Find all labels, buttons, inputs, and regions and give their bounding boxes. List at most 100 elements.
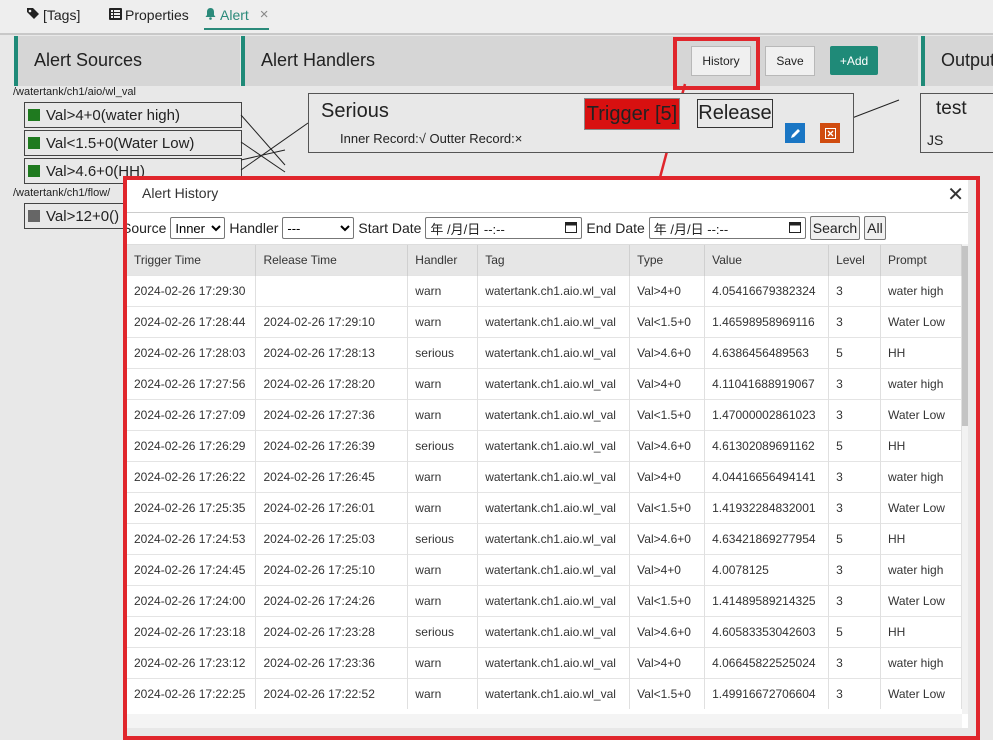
end-date-input[interactable]: 年 /月/日 --:-- bbox=[648, 217, 806, 239]
filter-bar: Source Inner Handler --- Start Date 年 /月… bbox=[127, 216, 886, 240]
edit-icon[interactable] bbox=[785, 123, 805, 143]
table-cell: Val>4.6+0 bbox=[629, 616, 706, 648]
table-cell: watertank.ch1.aio.wl_val bbox=[477, 337, 631, 369]
handler-select[interactable]: --- bbox=[282, 217, 355, 239]
table-row[interactable]: 2024-02-26 17:27:09 2024-02-26 17:27:36 wa… bbox=[127, 399, 962, 431]
table-cell: watertank.ch1.aio.wl_val bbox=[477, 492, 631, 524]
table-cell: Water Low bbox=[880, 678, 962, 709]
table-cell: watertank.ch1.aio.wl_val bbox=[477, 461, 631, 493]
table-cell: 4.06645822525024 bbox=[704, 647, 830, 679]
table-cell: 2024-02-26 17:28:13 bbox=[255, 337, 409, 369]
column-header[interactable]: Handler bbox=[407, 245, 479, 276]
table-row[interactable]: 2024-02-26 17:24:00 2024-02-26 17:24:26 wa… bbox=[127, 585, 962, 617]
table-cell: watertank.ch1.aio.wl_val bbox=[477, 616, 631, 648]
calendar-icon[interactable] bbox=[788, 221, 801, 236]
column-header[interactable]: Release Time bbox=[255, 245, 409, 276]
table-cell: 3 bbox=[828, 368, 881, 400]
table-cell: serious bbox=[407, 337, 479, 369]
table-cell: 2024-02-26 17:26:01 bbox=[255, 492, 409, 524]
table-cell: 2024-02-26 17:25:03 bbox=[255, 523, 409, 555]
release-button[interactable]: Release bbox=[697, 99, 773, 128]
search-button[interactable]: Search bbox=[809, 216, 861, 240]
table-cell: 2024-02-26 17:26:22 bbox=[127, 461, 257, 493]
table-cell: watertank.ch1.aio.wl_val bbox=[477, 554, 631, 586]
output-node[interactable]: test JS bbox=[920, 93, 993, 153]
table-cell: warn bbox=[407, 554, 479, 586]
table-cell: 2024-02-26 17:22:25 bbox=[127, 678, 257, 709]
table-cell: 2024-02-26 17:27:36 bbox=[255, 399, 409, 431]
table-cell: 2024-02-26 17:29:30 bbox=[127, 275, 257, 307]
table-cell: water high bbox=[880, 554, 962, 586]
table-cell: 2024-02-26 17:22:52 bbox=[255, 678, 409, 709]
table-cell: Val>4.6+0 bbox=[629, 337, 706, 369]
table-cell: 2024-02-26 17:23:12 bbox=[127, 647, 257, 679]
table-cell: watertank.ch1.aio.wl_val bbox=[477, 368, 631, 400]
table-cell: Val>4+0 bbox=[629, 368, 706, 400]
output-name: test bbox=[936, 98, 967, 119]
trigger-button[interactable]: Trigger [5] bbox=[584, 98, 680, 130]
table-cell: 3 bbox=[828, 399, 881, 431]
table-cell: Val>4.6+0 bbox=[629, 523, 706, 555]
column-header[interactable]: Level bbox=[828, 245, 881, 276]
table-cell: 2024-02-26 17:24:53 bbox=[127, 523, 257, 555]
all-button[interactable]: All bbox=[864, 216, 886, 240]
table-cell: warn bbox=[407, 306, 479, 338]
table-cell: watertank.ch1.aio.wl_val bbox=[477, 647, 631, 679]
table-cell: 4.04416656494141 bbox=[704, 461, 830, 493]
table-cell: 2024-02-26 17:27:09 bbox=[127, 399, 257, 431]
table-cell: Val>4+0 bbox=[629, 554, 706, 586]
end-date-label: End Date bbox=[586, 220, 645, 236]
table-cell: Val<1.5+0 bbox=[629, 306, 706, 338]
table-row[interactable]: 2024-02-26 17:24:53 2024-02-26 17:25:03 se… bbox=[127, 523, 962, 555]
table-cell: 2024-02-26 17:28:03 bbox=[127, 337, 257, 369]
table-cell: water high bbox=[880, 368, 962, 400]
start-date-label: Start Date bbox=[358, 220, 422, 236]
table-cell: watertank.ch1.aio.wl_val bbox=[477, 275, 631, 307]
column-header[interactable]: Prompt bbox=[880, 245, 962, 276]
table-cell: 5 bbox=[828, 430, 881, 462]
table-cell: 3 bbox=[828, 492, 881, 524]
table-cell bbox=[255, 275, 409, 307]
table-cell: 3 bbox=[828, 306, 881, 338]
close-icon[interactable]: ✕ bbox=[947, 182, 964, 207]
calendar-icon[interactable] bbox=[565, 221, 578, 236]
column-header[interactable]: Trigger Time bbox=[127, 245, 257, 276]
table-cell: 1.49916672706604 bbox=[704, 678, 830, 709]
table-row[interactable]: 2024-02-26 17:22:25 2024-02-26 17:22:52 wa… bbox=[127, 678, 962, 709]
column-header[interactable]: Type bbox=[629, 245, 706, 276]
table-cell: 4.05416679382324 bbox=[704, 275, 830, 307]
table-cell: 3 bbox=[828, 461, 881, 493]
table-cell: HH bbox=[880, 523, 962, 555]
start-date-input[interactable]: 年 /月/日 --:-- bbox=[425, 217, 583, 239]
table-header-row: Trigger Time Release Time Handler Tag Ty… bbox=[127, 245, 962, 276]
table-row[interactable]: 2024-02-26 17:29:30 warn watertank.ch1.aio… bbox=[127, 275, 962, 307]
table-row[interactable]: 2024-02-26 17:23:12 2024-02-26 17:23:36 wa… bbox=[127, 647, 962, 679]
history-table-container: Trigger Time Release Time Handler Tag Ty… bbox=[127, 244, 962, 715]
handler-name: Serious bbox=[321, 100, 389, 122]
table-row[interactable]: 2024-02-26 17:27:56 2024-02-26 17:28:20 wa… bbox=[127, 368, 962, 400]
source-select[interactable]: Inner bbox=[170, 217, 226, 239]
table-cell: 1.46598958969116 bbox=[704, 306, 830, 338]
table-cell: 3 bbox=[828, 647, 881, 679]
table-cell: 2024-02-26 17:23:28 bbox=[255, 616, 409, 648]
horizontal-scrollbar[interactable] bbox=[127, 714, 962, 728]
delete-icon[interactable] bbox=[820, 123, 840, 143]
table-cell: Val<1.5+0 bbox=[629, 678, 706, 709]
table-row[interactable]: 2024-02-26 17:28:44 2024-02-26 17:29:10 wa… bbox=[127, 306, 962, 338]
table-cell: 5 bbox=[828, 616, 881, 648]
table-row[interactable]: 2024-02-26 17:24:45 2024-02-26 17:25:10 wa… bbox=[127, 554, 962, 586]
table-cell: water high bbox=[880, 461, 962, 493]
table-row[interactable]: 2024-02-26 17:23:18 2024-02-26 17:23:28 se… bbox=[127, 616, 962, 648]
table-cell: warn bbox=[407, 492, 479, 524]
column-header[interactable]: Tag bbox=[477, 245, 631, 276]
table-row[interactable]: 2024-02-26 17:25:35 2024-02-26 17:26:01 wa… bbox=[127, 492, 962, 524]
scrollbar-thumb[interactable] bbox=[962, 246, 968, 426]
table-cell: warn bbox=[407, 275, 479, 307]
column-header[interactable]: Value bbox=[704, 245, 830, 276]
table-cell: 3 bbox=[828, 275, 881, 307]
table-row[interactable]: 2024-02-26 17:28:03 2024-02-26 17:28:13 se… bbox=[127, 337, 962, 369]
table-cell: 2024-02-26 17:26:29 bbox=[127, 430, 257, 462]
table-row[interactable]: 2024-02-26 17:26:29 2024-02-26 17:26:39 se… bbox=[127, 430, 962, 462]
table-row[interactable]: 2024-02-26 17:26:22 2024-02-26 17:26:45 wa… bbox=[127, 461, 962, 493]
table-cell: serious bbox=[407, 523, 479, 555]
